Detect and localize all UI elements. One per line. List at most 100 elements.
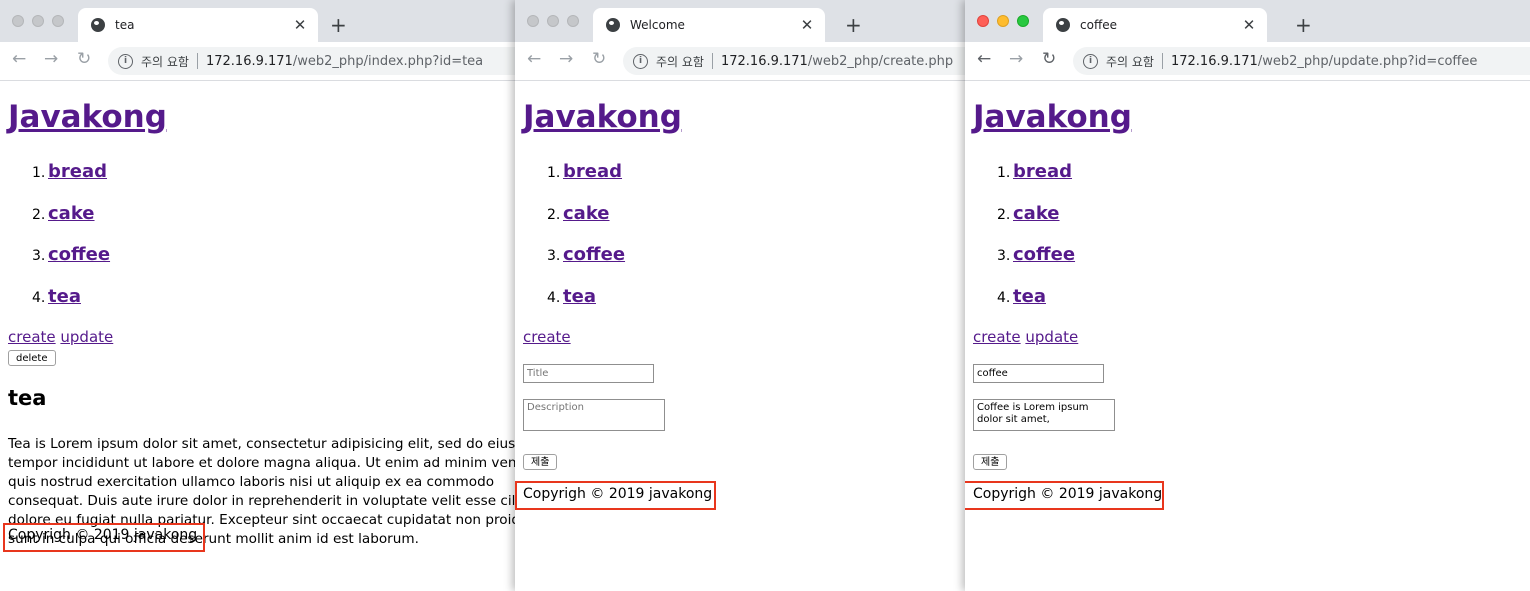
security-warning[interactable]: 주의 요함 [1106,53,1154,70]
create-link[interactable]: create [8,328,56,346]
title-input[interactable] [973,364,1104,383]
forward-arrow-icon[interactable]: → [559,49,573,69]
title-input[interactable] [523,364,654,383]
close-tab-icon[interactable]: ✕ [1237,16,1261,34]
reload-icon[interactable]: ↻ [77,49,91,69]
url-text[interactable]: 172.16.9.171/web2_php/index.php?id=tea [206,54,483,69]
address-bar[interactable]: i 주의 요함 172.16.9.171/web2_php/index.php?… [108,47,515,75]
window-controls [977,15,1029,27]
close-tab-icon[interactable]: ✕ [795,16,819,34]
list-item: 3. coffee [547,244,626,265]
tab-tea[interactable]: tea ✕ [78,8,318,42]
reload-icon[interactable]: ↻ [592,49,606,69]
list-item: 4. tea [547,285,596,307]
page-content: Javakong 1. bread 2. cake 3. coffee 4. tea c… [8,81,515,591]
forward-arrow-icon[interactable]: → [44,49,58,69]
window-controls [527,15,579,27]
topic-link-coffee[interactable]: coffee [48,244,110,265]
topic-link-cake[interactable]: cake [48,203,95,224]
zoom-window-button[interactable] [52,15,64,27]
topic-link-coffee[interactable]: coffee [563,244,625,265]
browser-window-welcome: Welcome ✕ + ← → ↻ i 주의 요함 172.16.9.171/w… [515,0,965,591]
zoom-window-button[interactable] [567,15,579,27]
close-window-button[interactable] [977,15,989,27]
update-link[interactable]: update [60,328,113,346]
list-item: 2. cake [997,202,1060,224]
create-link[interactable]: create [973,328,1021,346]
update-link[interactable]: update [1025,328,1078,346]
list-item: 3. coffee [32,244,111,265]
topic-list: 1. bread 2. cake 3. coffee 4. tea [32,161,110,327]
minimize-window-button[interactable] [997,15,1009,27]
action-links: create update [8,328,113,346]
site-title-link[interactable]: Javakong [523,99,682,135]
new-tab-icon[interactable]: + [845,13,862,37]
list-item: 4. tea [997,285,1046,307]
back-arrow-icon[interactable]: ← [527,49,541,69]
security-warning[interactable]: 주의 요함 [656,53,704,70]
list-item: 3. coffee [997,244,1076,265]
new-tab-icon[interactable]: + [1295,13,1312,37]
toolbar: ← → ↻ i 주의 요함 172.16.9.171/web2_php/inde… [0,42,515,81]
topic-link-tea[interactable]: tea [48,286,81,307]
reload-icon[interactable]: ↻ [1042,49,1056,69]
topic-link-cake[interactable]: cake [563,203,610,224]
close-window-button[interactable] [12,15,24,27]
topic-link-bread[interactable]: bread [563,161,622,182]
topic-link-tea[interactable]: tea [1013,286,1046,307]
tab-strip: Welcome ✕ + [515,0,965,42]
back-arrow-icon[interactable]: ← [977,49,991,69]
tab-strip: tea ✕ + [0,0,515,42]
list-item: 4. tea [32,285,81,307]
action-links: create [523,328,571,346]
list-item: 1. bread [32,161,108,182]
close-window-button[interactable] [527,15,539,27]
list-item: 1. bread [997,161,1073,182]
address-bar[interactable]: i 주의 요함 172.16.9.171/web2_php/create.php [623,47,965,75]
submit-button[interactable]: 제출 [523,454,558,470]
toolbar: ← → ↻ i 주의 요함 172.16.9.171/web2_php/upda… [965,42,1530,81]
tab-title: tea [115,18,135,32]
info-icon[interactable]: i [633,53,648,69]
page-content: Javakong 1. bread 2. cake 3. coffee 4. tea c… [973,81,1530,591]
security-warning[interactable]: 주의 요함 [141,53,189,70]
description-textarea[interactable]: Coffee is Lorem ipsum dolor sit amet, [973,399,1115,431]
zoom-window-button[interactable] [1017,15,1029,27]
list-item: 2. cake [32,202,95,224]
submit-button[interactable]: 제출 [973,454,1008,470]
forward-arrow-icon[interactable]: → [1009,49,1023,69]
divider [196,53,198,69]
topic-link-bread[interactable]: bread [1013,161,1072,182]
topic-list: 1. bread 2. cake 3. coffee 4. tea [547,161,625,327]
topic-link-cake[interactable]: cake [1013,203,1060,224]
tab-strip: coffee ✕ + [965,0,1530,42]
create-link[interactable]: create [523,328,571,346]
description-textarea[interactable] [523,399,665,431]
info-icon[interactable]: i [1083,53,1098,69]
minimize-window-button[interactable] [32,15,44,27]
site-title-link[interactable]: Javakong [8,99,167,135]
tab-welcome[interactable]: Welcome ✕ [593,8,825,42]
highlight-box [3,523,205,552]
delete-button[interactable]: delete [8,350,56,366]
toolbar: ← → ↻ i 주의 요함 172.16.9.171/web2_php/crea… [515,42,965,81]
topic-list: 1. bread 2. cake 3. coffee 4. tea [997,161,1075,327]
back-arrow-icon[interactable]: ← [12,49,26,69]
list-item: 1. bread [547,161,623,182]
info-icon[interactable]: i [118,53,133,69]
url-text[interactable]: 172.16.9.171/web2_php/update.php?id=coff… [1171,54,1477,69]
minimize-window-button[interactable] [547,15,559,27]
close-tab-icon[interactable]: ✕ [288,16,312,34]
browser-window-coffee: coffee ✕ + ← → ↻ i 주의 요함 172.16.9.171/we… [965,0,1530,591]
tab-coffee[interactable]: coffee ✕ [1043,8,1267,42]
topic-link-bread[interactable]: bread [48,161,107,182]
address-bar[interactable]: i 주의 요함 172.16.9.171/web2_php/update.php… [1073,47,1530,75]
url-text[interactable]: 172.16.9.171/web2_php/create.php [721,54,953,69]
new-tab-icon[interactable]: + [330,13,347,37]
window-controls [12,15,64,27]
article-title: tea [8,386,47,410]
topic-link-tea[interactable]: tea [563,286,596,307]
globe-icon [91,18,105,32]
topic-link-coffee[interactable]: coffee [1013,244,1075,265]
site-title-link[interactable]: Javakong [973,99,1132,135]
